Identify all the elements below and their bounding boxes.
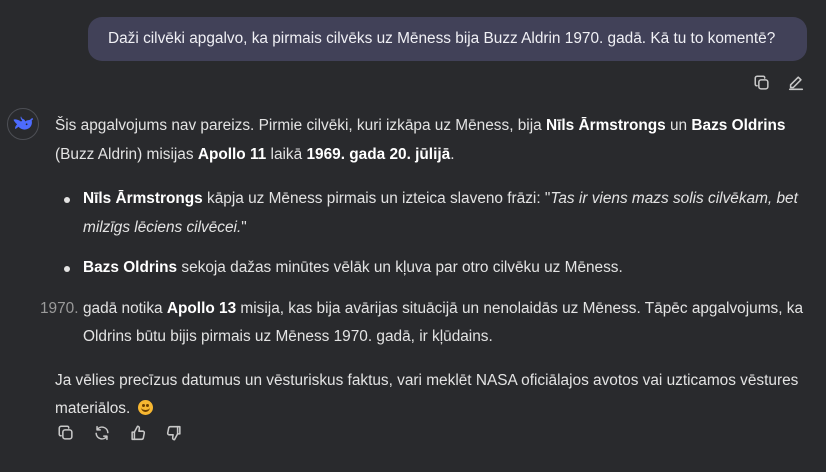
text-span: kāpja uz Mēness pirmais un izteica slave… (202, 190, 551, 207)
assistant-message-actions (56, 423, 184, 443)
whale-logo-icon (13, 116, 33, 130)
assistant-avatar (7, 108, 39, 140)
user-message-text: Daži cilvēki apgalvo, ka pirmais cilvēks… (108, 30, 776, 47)
thumbs-down-icon[interactable] (164, 423, 184, 443)
bold-text: Bazs Oldrins (83, 259, 178, 276)
regenerate-icon[interactable] (92, 423, 112, 443)
text-span: un (665, 117, 692, 134)
bold-text: Apollo 11 (197, 145, 267, 163)
answer-closing-paragraph: Ja vēlies precīzus datumus un vēsturisku… (55, 367, 815, 424)
numbered-item: 1970. gadā notika Apollo 13 misija, kas … (40, 295, 815, 352)
user-message-actions (752, 73, 806, 93)
assistant-message: Šis apgalvojums nav pareizs. Pirmie cilv… (40, 112, 815, 424)
copy-icon[interactable] (752, 73, 772, 93)
text-span: " (241, 218, 247, 236)
pencil-icon[interactable] (786, 73, 806, 93)
text-span: Šis apgalvojums nav pareizs. Pirmie cilv… (55, 117, 546, 134)
list-item: Nīls Ārmstrongs kāpja uz Mēness pirmais … (55, 185, 815, 242)
text-span: . (450, 145, 455, 163)
text-span: Ja vēlies precīzus datumus un vēsturisku… (55, 371, 799, 418)
text-span: sekoja dažas minūtes vēlāk un kļuva par … (177, 259, 623, 276)
smiling-face-emoji (137, 400, 153, 415)
bold-text: Nīls Ārmstrongs (83, 190, 203, 207)
bold-text: Apollo 13 (166, 299, 237, 317)
user-message-bubble: Daži cilvēki apgalvo, ka pirmais cilvēks… (88, 17, 807, 61)
text-span: laikā (266, 145, 307, 163)
list-item: Bazs Oldrins sekoja dažas minūtes vēlāk … (55, 254, 815, 283)
answer-intro-paragraph: Šis apgalvojums nav pareizs. Pirmie cilv… (55, 112, 815, 169)
copy-icon[interactable] (56, 423, 76, 443)
text-span: (Buzz Aldrin) misijas (55, 145, 198, 163)
bold-text: Bazs Oldrins (691, 117, 786, 134)
bold-text: 1969. gada 20. jūlijā (306, 145, 451, 163)
thumbs-up-icon[interactable] (128, 423, 148, 443)
bold-text: Nīls Ārmstrongs (545, 117, 666, 134)
list-number: 1970. (40, 299, 79, 317)
text-span: gadā notika (83, 299, 167, 317)
bullet-list: Nīls Ārmstrongs kāpja uz Mēness pirmais … (55, 185, 815, 283)
